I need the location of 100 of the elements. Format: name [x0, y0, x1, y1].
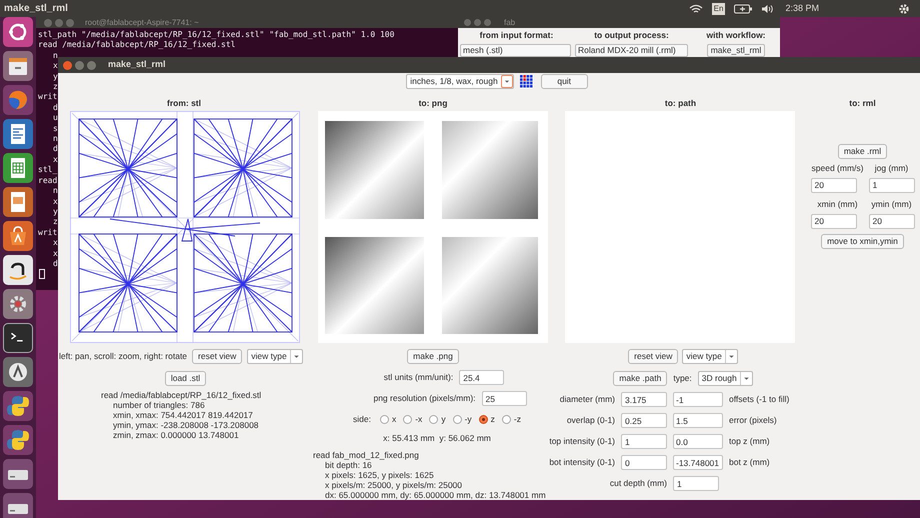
radio-label: -x [415, 413, 422, 426]
field-label: top intensity (0-1) [548, 435, 615, 448]
snake-icon[interactable] [3, 391, 33, 421]
drive-icon[interactable] [3, 493, 33, 518]
dropdown-caret-icon[interactable] [500, 75, 513, 88]
terminal-line: stl_ [38, 165, 58, 176]
minimize-button[interactable] [75, 60, 84, 70]
terminal-line: d [53, 258, 58, 270]
field-label: ymin (mm) [870, 198, 913, 210]
drive-icon[interactable] [3, 459, 33, 489]
make-rml-button[interactable]: make .rml [838, 144, 888, 159]
terminal-line: x [53, 154, 58, 166]
number-field[interactable]: 1 [673, 476, 719, 491]
text-cursor [39, 269, 45, 280]
presentation-icon[interactable] [3, 187, 33, 217]
radio-button[interactable] [478, 414, 488, 424]
radio-button[interactable] [452, 414, 462, 424]
keyboard-indicator[interactable]: En [712, 2, 726, 14]
dot-grid-icon[interactable] [520, 75, 533, 88]
field-label: xmin (mm) [816, 198, 859, 210]
settings-icon[interactable] [898, 2, 910, 14]
number-field[interactable]: 1.5 [673, 413, 723, 428]
field-label: top z (mm) [729, 435, 771, 448]
log-line: zmin, zmax: 0.000000 13.748001 [112, 430, 240, 440]
terminal-line: z [53, 82, 58, 92]
number-field[interactable]: 20 [810, 178, 856, 193]
terminal-line: n [53, 50, 58, 62]
terminal-line: d [53, 144, 58, 155]
window-title: fab [504, 16, 516, 28]
radio-label: -z [514, 413, 521, 426]
hint-text: left: pan, scroll: zoom, right: rotate [59, 350, 188, 363]
number-field[interactable]: 1 [868, 178, 914, 193]
globe-icon[interactable] [3, 85, 33, 115]
terminal-line: x [53, 238, 58, 249]
number-field[interactable]: 20 [868, 214, 914, 228]
field-label: png resolution (pixels/mm): [373, 392, 476, 405]
field-label: error (pixels) [729, 414, 778, 427]
number-field[interactable]: 0.25 [621, 413, 667, 428]
radio-label: x [392, 413, 396, 426]
reset-view-button[interactable]: reset view [192, 349, 242, 364]
radio-button[interactable] [380, 414, 389, 424]
number-field[interactable]: 0 [621, 455, 667, 470]
column-heading: to: path [664, 98, 698, 109]
terminal-icon[interactable] [3, 323, 33, 353]
load-button[interactable]: load .stl [164, 371, 206, 386]
field-label: bot z (mm) [729, 456, 771, 469]
circle-logo-icon[interactable] [3, 17, 33, 47]
file-cabinet-icon[interactable] [3, 51, 33, 81]
log-line: xmin, xmax: 754.442017 819.442017 [112, 410, 254, 420]
circle-emblem-icon[interactable] [3, 357, 33, 387]
field-label: speed (mm/s) [810, 162, 864, 175]
close-button[interactable] [63, 60, 72, 70]
snake-icon[interactable] [3, 425, 33, 455]
terminal-line: x [53, 61, 58, 72]
terminal-line: s [53, 124, 58, 134]
spreadsheet-icon[interactable] [3, 153, 33, 183]
number-field[interactable]: 25.4 [459, 370, 504, 385]
terminal-line: n [53, 134, 58, 144]
number-field[interactable]: 20 [810, 214, 856, 228]
reset-view-button[interactable]: reset view [628, 349, 678, 364]
number-field[interactable]: 1 [621, 434, 667, 449]
field-label: bot intensity (0-1) [548, 456, 615, 469]
make-png-button[interactable]: make .png [407, 349, 459, 364]
log-line: number of triangles: 786 [112, 400, 206, 410]
gear-icon[interactable] [3, 289, 33, 319]
number-field[interactable]: -1 [673, 392, 723, 407]
shopping-bag-icon[interactable] [3, 221, 33, 251]
terminal-line: u [53, 113, 58, 124]
format-dropdown[interactable]: mesh (.stl) [460, 44, 571, 57]
column-heading: to: rml [849, 98, 876, 109]
quit-button[interactable]: quit [540, 74, 588, 89]
terminal-line: read /media/fablabcept/RP_16/12_fixed.stl [38, 40, 236, 51]
terminal-line: read [38, 176, 58, 186]
make-path-button[interactable]: make .path [613, 371, 668, 386]
field-label: overlap (0-1) [566, 414, 615, 427]
radio-label: z [490, 413, 495, 426]
clock[interactable]: 2:38 PM [785, 2, 819, 16]
log-line: bit depth: 16 [324, 460, 372, 470]
number-field[interactable]: 0.0 [673, 434, 723, 449]
number-field[interactable]: 25 [482, 391, 527, 406]
column-heading: to output process: [593, 29, 670, 42]
workflow-button[interactable]: make_stl_rml [706, 44, 766, 57]
document-icon[interactable] [3, 119, 33, 149]
number-field[interactable]: 3.175 [621, 392, 667, 407]
wifi-icon[interactable] [688, 4, 703, 14]
battery-icon[interactable] [734, 4, 752, 14]
log-line: read fab_mod_12_fixed.png [313, 450, 420, 460]
terminal-line: n [53, 186, 58, 196]
volume-icon[interactable] [761, 4, 774, 14]
move-button[interactable]: move to xmin,ymin [821, 234, 904, 248]
radio-button[interactable] [429, 414, 438, 424]
number-field[interactable]: -13.748001 [673, 455, 723, 470]
radio-button[interactable] [502, 414, 511, 424]
radio-label: -y [464, 413, 472, 426]
window-title: root@fablabcept-Aspire-7741: ~ [85, 16, 199, 28]
maximize-button[interactable] [87, 60, 96, 70]
window-title: make_stl_rml [108, 58, 166, 72]
log-line: x pixels/m: 25000, y pixels/m: 25000 [324, 480, 464, 490]
process-dropdown[interactable]: Roland MDX-20 mill (.rml) [575, 44, 688, 57]
radio-button[interactable] [403, 414, 412, 424]
